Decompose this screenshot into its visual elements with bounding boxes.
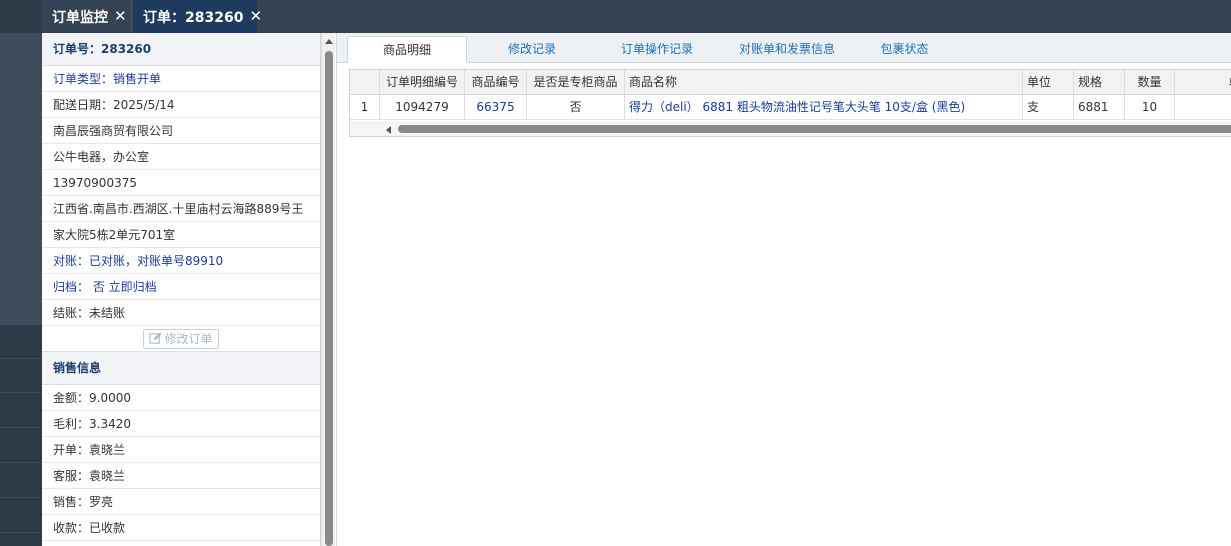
salesperson: 销售：罗亮 bbox=[42, 489, 320, 515]
grid-horizontal-scrollbar[interactable] bbox=[350, 121, 1231, 136]
rail-separator bbox=[0, 532, 42, 533]
creator: 开单：袁晓兰 bbox=[42, 437, 320, 463]
rail-separator bbox=[0, 358, 42, 359]
reconcile-status[interactable]: 对账：已对账，对账单号89910 bbox=[42, 248, 320, 274]
phone: 13970900375 bbox=[42, 170, 320, 196]
scroll-up-icon[interactable] bbox=[325, 39, 333, 44]
scrollbar-thumb[interactable] bbox=[398, 125, 1231, 133]
detail-tabs: 商品明细 修改记录 订单操作记录 对账单和发票信息 包裹状态 bbox=[337, 33, 1231, 63]
customer-service: 客服：袁晓兰 bbox=[42, 463, 320, 489]
tab-package-status[interactable]: 包裹状态 bbox=[862, 36, 947, 63]
main-content: 商品明细 修改记录 订单操作记录 对账单和发票信息 包裹状态 订单明细编号 商品… bbox=[336, 33, 1231, 546]
column-header[interactable]: 单位 bbox=[1023, 70, 1074, 95]
rail-top bbox=[0, 0, 42, 33]
amount: 金额：9.0000 bbox=[42, 385, 320, 411]
order-number-header: 订单号：283260 bbox=[42, 33, 320, 66]
column-header[interactable]: 商品名称 bbox=[625, 70, 1023, 95]
scrollbar-thumb[interactable] bbox=[325, 51, 333, 546]
extra-cell bbox=[1175, 95, 1231, 120]
tab-statement-invoice[interactable]: 对账单和发票信息 bbox=[722, 36, 852, 63]
tab-modification-log[interactable]: 修改记录 bbox=[477, 36, 587, 63]
column-header[interactable]: 是否是专柜商品 bbox=[527, 70, 625, 95]
rail-separator bbox=[0, 497, 42, 498]
tab-operation-log[interactable]: 订单操作记录 bbox=[602, 36, 712, 63]
column-header[interactable]: 数量 bbox=[1125, 70, 1175, 95]
tab-order-detail[interactable]: 订单：283260 ✕ bbox=[133, 0, 262, 33]
close-icon[interactable]: ✕ bbox=[114, 9, 127, 24]
settlement-status: 结账：未结账 bbox=[42, 300, 320, 326]
grid-header: 订单明细编号 商品编号 是否是专柜商品 商品名称 单位 规格 数量 单 bbox=[350, 70, 1231, 95]
column-header[interactable]: 订单明细编号 bbox=[380, 70, 465, 95]
top-tab-bar: 订单监控 ✕ 订单：283260 ✕ bbox=[42, 0, 1231, 33]
unit: 支 bbox=[1023, 95, 1074, 120]
tab-label: 订单：283260 bbox=[143, 9, 244, 26]
address-line-2: 家大院5栋2单元701室 bbox=[42, 222, 320, 248]
order-type: 订单类型：销售开单 bbox=[42, 66, 320, 92]
close-icon[interactable]: ✕ bbox=[249, 9, 262, 24]
row-index: 1 bbox=[350, 95, 380, 120]
order-info-panel: 订单号：283260 订单类型：销售开单 配送日期：2025/5/14 南昌辰强… bbox=[42, 33, 321, 546]
sales-info-header: 销售信息 bbox=[42, 352, 320, 385]
product-id-link[interactable]: 66375 bbox=[465, 95, 527, 120]
spec: 6881 bbox=[1074, 95, 1125, 120]
rail-separator bbox=[0, 427, 42, 428]
column-header bbox=[350, 70, 380, 95]
column-header[interactable]: 单 bbox=[1175, 70, 1231, 95]
edit-order-label: 修改订单 bbox=[164, 332, 213, 346]
payment-status: 收款：已收款 bbox=[42, 515, 320, 541]
info-panel-scrollbar[interactable] bbox=[321, 33, 335, 546]
product-grid: 订单明细编号 商品编号 是否是专柜商品 商品名称 单位 规格 数量 单 1 10… bbox=[349, 69, 1231, 137]
scroll-left-icon[interactable] bbox=[386, 126, 391, 134]
tab-label: 订单监控 bbox=[52, 9, 108, 26]
tab-order-monitor[interactable]: 订单监控 ✕ bbox=[42, 0, 132, 33]
archive-status[interactable]: 归档： 否 立即归档 bbox=[42, 274, 320, 300]
delivery-date: 配送日期：2025/5/14 bbox=[42, 92, 320, 118]
company-name: 南昌辰强商贸有限公司 bbox=[42, 118, 320, 144]
left-rail bbox=[0, 0, 42, 546]
is-counter-product: 否 bbox=[527, 95, 625, 120]
product-name-link[interactable]: 得力（deli） 6881 粗头物流油性记号笔大头笔 10支/盒 (黑色) bbox=[625, 95, 1023, 120]
contact: 公牛电器，办公室 bbox=[42, 144, 320, 170]
gross-profit: 毛利：3.3420 bbox=[42, 411, 320, 437]
edit-icon bbox=[149, 332, 163, 344]
rail-separator bbox=[0, 462, 42, 463]
column-header[interactable]: 规格 bbox=[1074, 70, 1125, 95]
rail-separator bbox=[0, 392, 42, 393]
tab-product-details[interactable]: 商品明细 bbox=[347, 36, 467, 63]
edit-order-row: 修改订单 bbox=[42, 326, 320, 352]
address-line-1: 江西省.南昌市.西湖区.十里庙村云海路889号王 bbox=[42, 196, 320, 222]
rail-light-area bbox=[0, 33, 42, 325]
column-header[interactable]: 商品编号 bbox=[465, 70, 527, 95]
table-row[interactable]: 1 1094279 66375 否 得力（deli） 6881 粗头物流油性记号… bbox=[350, 95, 1231, 120]
quantity: 10 bbox=[1125, 95, 1175, 120]
edit-order-button[interactable]: 修改订单 bbox=[143, 328, 219, 349]
detail-id: 1094279 bbox=[380, 95, 465, 120]
